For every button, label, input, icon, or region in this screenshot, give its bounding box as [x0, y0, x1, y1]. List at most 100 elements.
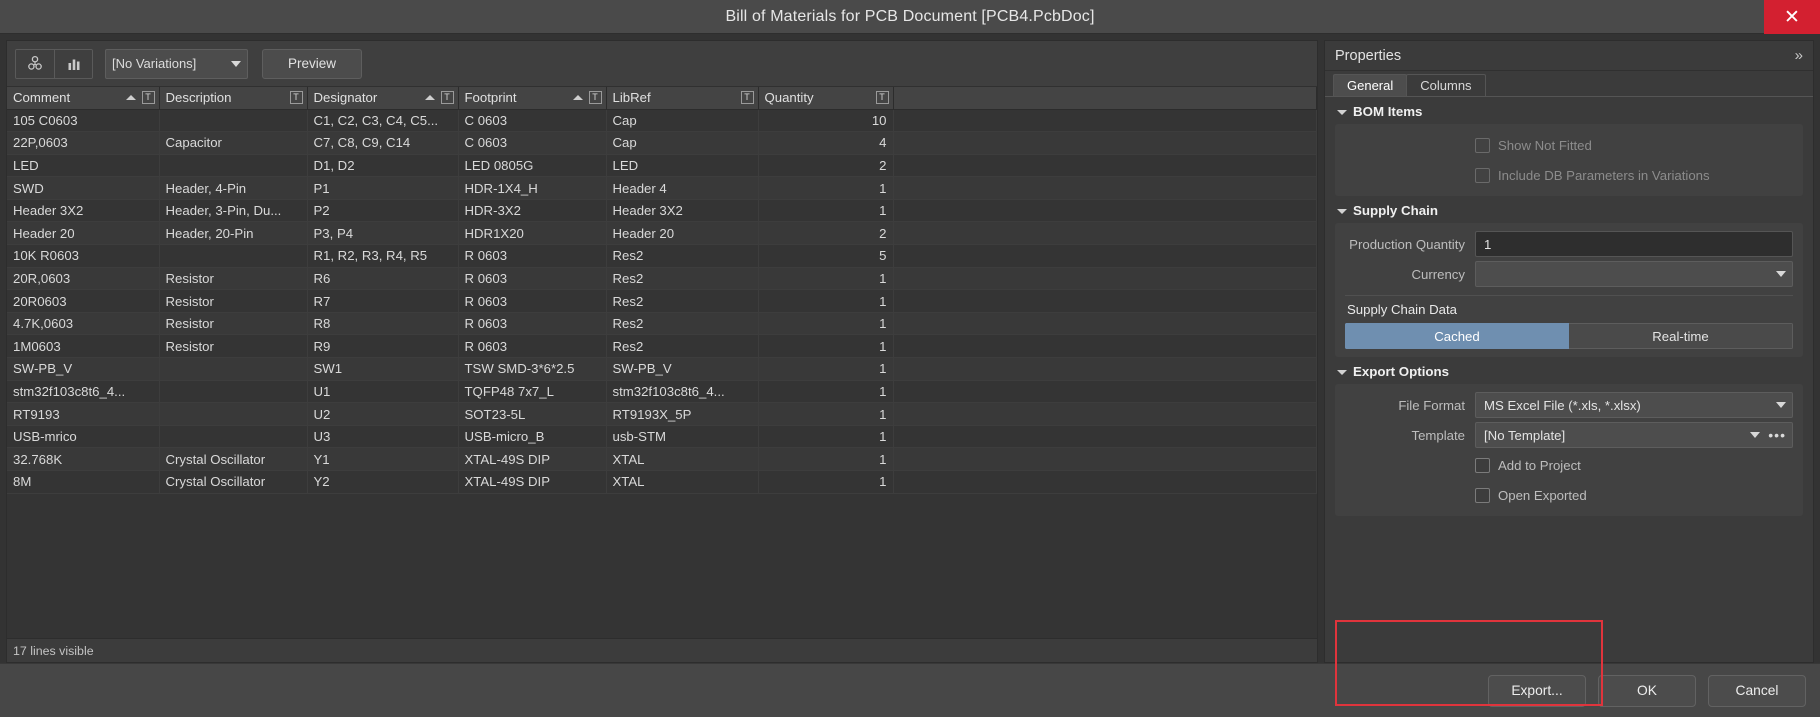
bom-table-pane: [No Variations] Preview Comment T Descript…: [6, 40, 1318, 663]
table-row[interactable]: 10K R0603 R1, R2, R3, R4, R5 R 0603 Res2 5: [7, 244, 1317, 268]
filter-icon[interactable]: T: [588, 91, 602, 105]
chevron-down-icon: [231, 60, 241, 67]
cell-comment: 20R0603: [7, 289, 160, 313]
column-header-description[interactable]: Description T: [159, 87, 308, 110]
realtime-button[interactable]: Real-time: [1569, 323, 1793, 349]
variations-dropdown[interactable]: [No Variations]: [105, 48, 248, 79]
table-row[interactable]: 8M Crystal Oscillator Y2 XTAL-49S DIP XTAL 1: [7, 470, 1317, 494]
table-row[interactable]: Header 20 Header, 20-Pin P3, P4 HDR1X20 Head…: [7, 221, 1317, 246]
currency-label: Currency: [1411, 266, 1466, 282]
cell-footprint: C 0603: [458, 109, 607, 133]
table-row[interactable]: 20R0603 Resistor R7 R 0603 Res2 1: [7, 289, 1317, 313]
open-exported-checkbox[interactable]: [1475, 487, 1490, 503]
table-row[interactable]: SWD Header, 4-Pin P1 HDR-1X4_H Header 41: [7, 176, 1317, 200]
cell-libref: Res2: [606, 312, 759, 336]
cell-libref: Header 20: [606, 221, 759, 246]
column-header-label: Footprint: [464, 90, 517, 106]
cell-spacer: [893, 312, 1317, 336]
column-header-footprint[interactable]: Footprint T: [458, 87, 607, 110]
cell-description: Header, 4-Pin: [159, 176, 308, 200]
cell-footprint: HDR1X20: [458, 221, 607, 246]
section-supply-chain[interactable]: Supply Chain: [1325, 196, 1813, 223]
cell-designator: R9: [307, 334, 459, 359]
cell-designator: R1, R2, R3, R4, R5: [307, 244, 459, 268]
close-button[interactable]: ✕: [1764, 0, 1820, 34]
collapse-triangle-icon-3: [1337, 370, 1347, 375]
column-header-libref[interactable]: LibRef T: [606, 87, 759, 110]
supply-chain-group: Production Quantity 1 Currency Supply Ch…: [1335, 223, 1803, 357]
cell-comment: 20R,0603: [7, 267, 160, 291]
cached-button[interactable]: Cached: [1345, 323, 1569, 349]
file-format-dropdown[interactable]: MS Excel File (*.xls, *.xlsx): [1475, 392, 1793, 418]
table-row[interactable]: 20R,0603 Resistor R6 R 0603 Res2 1: [7, 267, 1317, 291]
include-db-params-checkbox[interactable]: [1475, 167, 1490, 183]
cell-footprint: C 0603: [458, 131, 607, 155]
cell-comment: 8M: [7, 470, 160, 494]
table-row[interactable]: 1M0603 Resistor R9 R 0603 Res2 1: [7, 334, 1317, 359]
filter-icon[interactable]: T: [875, 91, 889, 105]
cell-description: Crystal Oscillator: [159, 447, 308, 471]
ok-button[interactable]: OK: [1598, 674, 1696, 707]
column-header-designator[interactable]: Designator T: [307, 87, 459, 110]
cell-spacer: [893, 244, 1317, 268]
filter-icon[interactable]: T: [740, 91, 754, 105]
template-dropdown[interactable]: [No Template] •••: [1475, 422, 1793, 448]
chevron-down-icon-format: [1776, 402, 1786, 408]
cell-spacer: [893, 199, 1317, 223]
tab-general[interactable]: General: [1333, 74, 1408, 96]
dialog-body: [No Variations] Preview Comment T Descript…: [0, 34, 1820, 663]
production-quantity-row: Production Quantity 1: [1345, 231, 1793, 257]
column-header-quantity[interactable]: Quantity T: [758, 87, 894, 110]
cell-comment: SW-PB_V: [7, 357, 160, 381]
cell-description: Crystal Oscillator: [159, 470, 308, 494]
file-format-label: File Format: [1398, 397, 1465, 413]
table-header-row: Comment T Description T Designator T Footprint…: [7, 87, 1317, 110]
lines-visible-label: 17 lines visible: [13, 643, 94, 658]
group-components-icon[interactable]: [16, 49, 54, 78]
cell-comment: USB-mrico: [7, 425, 160, 449]
cancel-button[interactable]: Cancel: [1708, 674, 1806, 707]
filter-icon[interactable]: T: [440, 91, 454, 105]
table-row[interactable]: SW-PB_V SW1 TSW SMD-3*6*2.5 SW-PB_V 1: [7, 357, 1317, 381]
table-row[interactable]: 32.768K Crystal Oscillator Y1 XTAL-49S DIP X…: [7, 447, 1317, 471]
cell-spacer: [893, 154, 1317, 178]
add-to-project-checkbox[interactable]: [1475, 457, 1490, 473]
tab-columns[interactable]: Columns: [1406, 74, 1486, 96]
table-row[interactable]: LED D1, D2 LED 0805G LED 2: [7, 154, 1317, 178]
table-row[interactable]: 4.7K,0603 Resistor R8 R 0603 Res2 1: [7, 312, 1317, 336]
cell-footprint: R 0603: [458, 334, 607, 359]
table-row[interactable]: RT9193 U2 SOT23-5L RT9193X_5P 1: [7, 402, 1317, 426]
cell-spacer: [893, 402, 1317, 426]
export-button[interactable]: Export...: [1488, 674, 1586, 707]
table-row[interactable]: Header 3X2 Header, 3-Pin, Du... P2 HDR-3X2 H…: [7, 199, 1317, 223]
collapse-panel-icon[interactable]: »: [1795, 47, 1803, 64]
column-header-spacer: [893, 87, 1317, 110]
cell-spacer: [893, 289, 1317, 313]
section-bom-items[interactable]: BOM Items: [1325, 97, 1813, 124]
currency-dropdown[interactable]: [1475, 261, 1793, 287]
table-row[interactable]: 105 C0603 C1, C2, C3, C4, C5... C 0603 Cap 1…: [7, 109, 1317, 133]
template-browse-button[interactable]: •••: [1768, 427, 1786, 443]
cell-spacer: [893, 109, 1317, 133]
column-header-comment[interactable]: Comment T: [7, 87, 160, 110]
preview-button[interactable]: Preview: [262, 48, 362, 79]
table-row[interactable]: USB-mrico U3 USB-micro_B usb-STM 1: [7, 425, 1317, 449]
bom-table-container[interactable]: Comment T Description T Designator T Footprint…: [7, 87, 1317, 638]
table-row[interactable]: 22P,0603 Capacitor C7, C8, C9, C14 C 0603 Ca…: [7, 131, 1317, 155]
bom-dialog: Bill of Materials for PCB Document [PCB4…: [0, 0, 1820, 717]
show-not-fitted-checkbox[interactable]: [1475, 137, 1490, 153]
cell-quantity: 5: [758, 244, 894, 268]
column-header-label: LibRef: [612, 90, 651, 106]
table-row[interactable]: stm32f103c8t6_4... U1 TQFP48 7x7_L stm32f10…: [7, 380, 1317, 404]
cell-spacer: [893, 334, 1317, 359]
filter-icon[interactable]: T: [141, 91, 155, 105]
supply-chain-divider: [1345, 295, 1793, 296]
cell-description: [159, 380, 308, 404]
filter-icon[interactable]: T: [289, 91, 303, 105]
bar-chart-icon[interactable]: [54, 49, 92, 78]
column-header-label: Comment: [13, 90, 71, 106]
production-quantity-input[interactable]: 1: [1475, 231, 1793, 257]
section-export-options[interactable]: Export Options: [1325, 357, 1813, 384]
currency-row: Currency: [1345, 261, 1793, 287]
cell-spacer: [893, 380, 1317, 404]
